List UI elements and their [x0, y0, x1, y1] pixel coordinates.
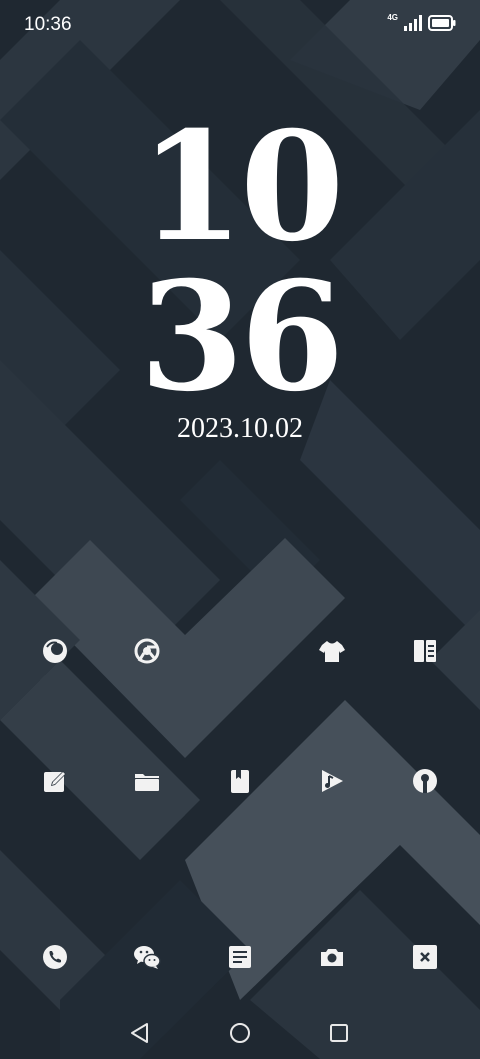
clock-hours: 10 — [139, 99, 345, 275]
camera-icon — [321, 949, 343, 966]
status-icons: 4G — [387, 12, 456, 31]
close-box-icon — [413, 945, 437, 969]
app-music[interactable] — [300, 749, 364, 813]
note-edit-icon — [44, 771, 66, 792]
home-button[interactable] — [220, 1015, 260, 1051]
app-files[interactable] — [115, 749, 179, 813]
bookmark-book-icon — [231, 770, 249, 793]
recents-button[interactable] — [319, 1015, 359, 1051]
app-books[interactable] — [208, 749, 272, 813]
app-phone[interactable] — [23, 925, 87, 989]
status-bar: 10:36 4G — [0, 0, 480, 52]
app-reader[interactable] — [393, 619, 457, 683]
network-type-label: 4G — [387, 12, 398, 22]
folder-icon — [135, 774, 159, 791]
status-time: 10:36 — [24, 14, 72, 35]
battery-icon — [428, 15, 456, 31]
app-theme-store[interactable] — [300, 619, 364, 683]
recents-square-icon — [330, 1024, 348, 1042]
home-circle-icon — [230, 1023, 250, 1043]
back-button[interactable] — [120, 1015, 160, 1051]
app-chrome[interactable] — [115, 619, 179, 683]
browser-icon — [43, 639, 67, 663]
app-browser[interactable] — [23, 619, 87, 683]
app-wechat[interactable] — [115, 925, 179, 989]
wechat-icon — [134, 946, 161, 969]
app-vpn[interactable] — [393, 749, 457, 813]
cell-signal-icon — [404, 15, 422, 31]
clock-date: 2023.10.02 — [177, 413, 303, 444]
back-triangle-icon — [131, 1023, 148, 1043]
app-notes[interactable] — [208, 925, 272, 989]
app-close-box[interactable] — [393, 925, 457, 989]
music-play-icon — [322, 770, 343, 792]
tshirt-icon — [319, 641, 345, 662]
book-reader-icon — [414, 640, 436, 662]
clock-minutes: 36 — [139, 249, 345, 425]
notes-icon — [229, 946, 251, 968]
app-notes-edit[interactable] — [23, 749, 87, 813]
navigation-bar — [0, 1005, 480, 1059]
vpn-keyhole-icon — [413, 769, 437, 793]
phone-icon — [43, 945, 67, 969]
chrome-icon — [134, 638, 160, 664]
app-camera[interactable] — [300, 925, 364, 989]
